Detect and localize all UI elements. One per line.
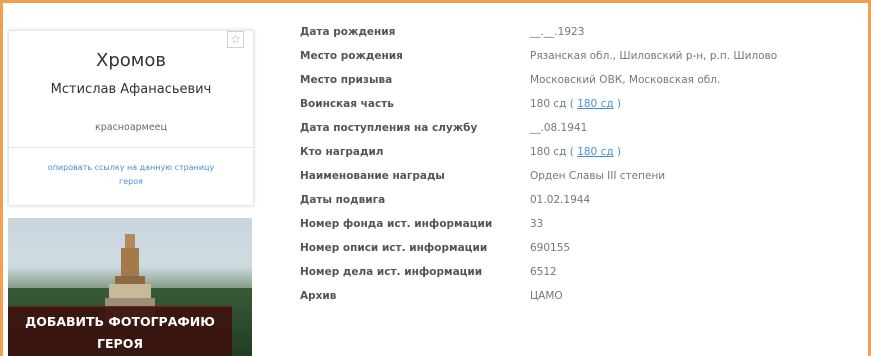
detail-row: Дата рождения __.__.1923 — [300, 26, 860, 48]
detail-label: Даты подвига — [300, 194, 386, 206]
detail-label: Дата поступления на службу — [300, 122, 478, 134]
detail-label: Архив — [300, 290, 337, 302]
detail-row: Номер дела ист. информации 6512 — [300, 266, 860, 288]
detail-label: Номер фонда ист. информации — [300, 218, 493, 230]
detail-value: 01.02.1944 — [530, 194, 591, 206]
paren-close: ) — [613, 146, 622, 158]
detail-label: Номер описи ист. информации — [300, 242, 488, 254]
add-photo-button[interactable]: ДОБАВИТЬ ФОТОГРАФИЮ ГЕРОЯ — [8, 306, 232, 356]
detail-value: ЦАМО — [530, 290, 563, 302]
detail-row: Кто наградил 180 сд ( 180 сд ) — [300, 146, 860, 168]
detail-row: Дата поступления на службу __.08.1941 — [300, 122, 860, 144]
detail-value[interactable]: 180 сд ( 180 сд ) — [530, 146, 621, 158]
detail-value: __.__.1923 — [530, 26, 585, 38]
unit-text: 180 сд — [530, 98, 570, 110]
paren-close: ) — [613, 98, 622, 110]
copy-link-line2[interactable]: героя — [8, 175, 254, 189]
detail-row: Воинская часть 180 сд ( 180 сд ) — [300, 98, 860, 120]
detail-row: Номер фонда ист. информации 33 — [300, 218, 860, 240]
hero-surname: Хромов — [96, 50, 166, 71]
detail-row: Наименование награды Орден Славы III степ… — [300, 170, 860, 192]
detail-label: Воинская часть — [300, 98, 394, 110]
detail-value: __.08.1941 — [530, 122, 588, 134]
hero-given-names: Мстислав Афанасьевич — [50, 82, 212, 97]
unit-text: 180 сд — [530, 146, 570, 158]
hero-photo: ДОБАВИТЬ ФОТОГРАФИЮ ГЕРОЯ — [8, 218, 252, 356]
detail-label: Кто наградил — [300, 146, 384, 158]
unit-link[interactable]: 180 сд — [577, 146, 613, 158]
detail-label: Место рождения — [300, 50, 403, 62]
detail-label: Номер дела ист. информации — [300, 266, 483, 278]
detail-value: Рязанская обл., Шиловский р-н, р.п. Шило… — [530, 50, 778, 62]
hero-rank: красноармеец — [94, 122, 167, 133]
copy-link-line1[interactable]: опировать ссылку на данную страницу — [8, 161, 254, 175]
detail-row: Место рождения Рязанская обл., Шиловский … — [300, 50, 860, 72]
copy-link[interactable]: опировать ссылку на данную страницу геро… — [8, 161, 254, 189]
detail-value: 33 — [530, 218, 544, 230]
detail-value: 6512 — [530, 266, 557, 278]
detail-value[interactable]: 180 сд ( 180 сд ) — [530, 98, 621, 110]
detail-label: Место призыва — [300, 74, 393, 86]
detail-value: Московский ОВК, Московская обл. — [530, 74, 721, 86]
add-photo-line2[interactable]: ГЕРОЯ — [8, 333, 232, 355]
unit-link[interactable]: 180 сд — [577, 98, 613, 110]
detail-row: Номер описи ист. информации 690155 — [300, 242, 860, 264]
detail-label: Дата рождения — [300, 26, 396, 38]
card-divider — [8, 147, 254, 148]
detail-value: Орден Славы III степени — [530, 170, 666, 182]
add-photo-line1[interactable]: ДОБАВИТЬ ФОТОГРАФИЮ — [8, 311, 232, 333]
favorite-star-icon[interactable]: ☆ — [227, 31, 244, 48]
detail-row: Даты подвига 01.02.1944 — [300, 194, 860, 216]
detail-label: Наименование награды — [300, 170, 445, 182]
detail-row: Место призыва Московский ОВК, Московская … — [300, 74, 860, 96]
detail-value: 690155 — [530, 242, 571, 254]
detail-row: Архив ЦАМО — [300, 290, 860, 312]
